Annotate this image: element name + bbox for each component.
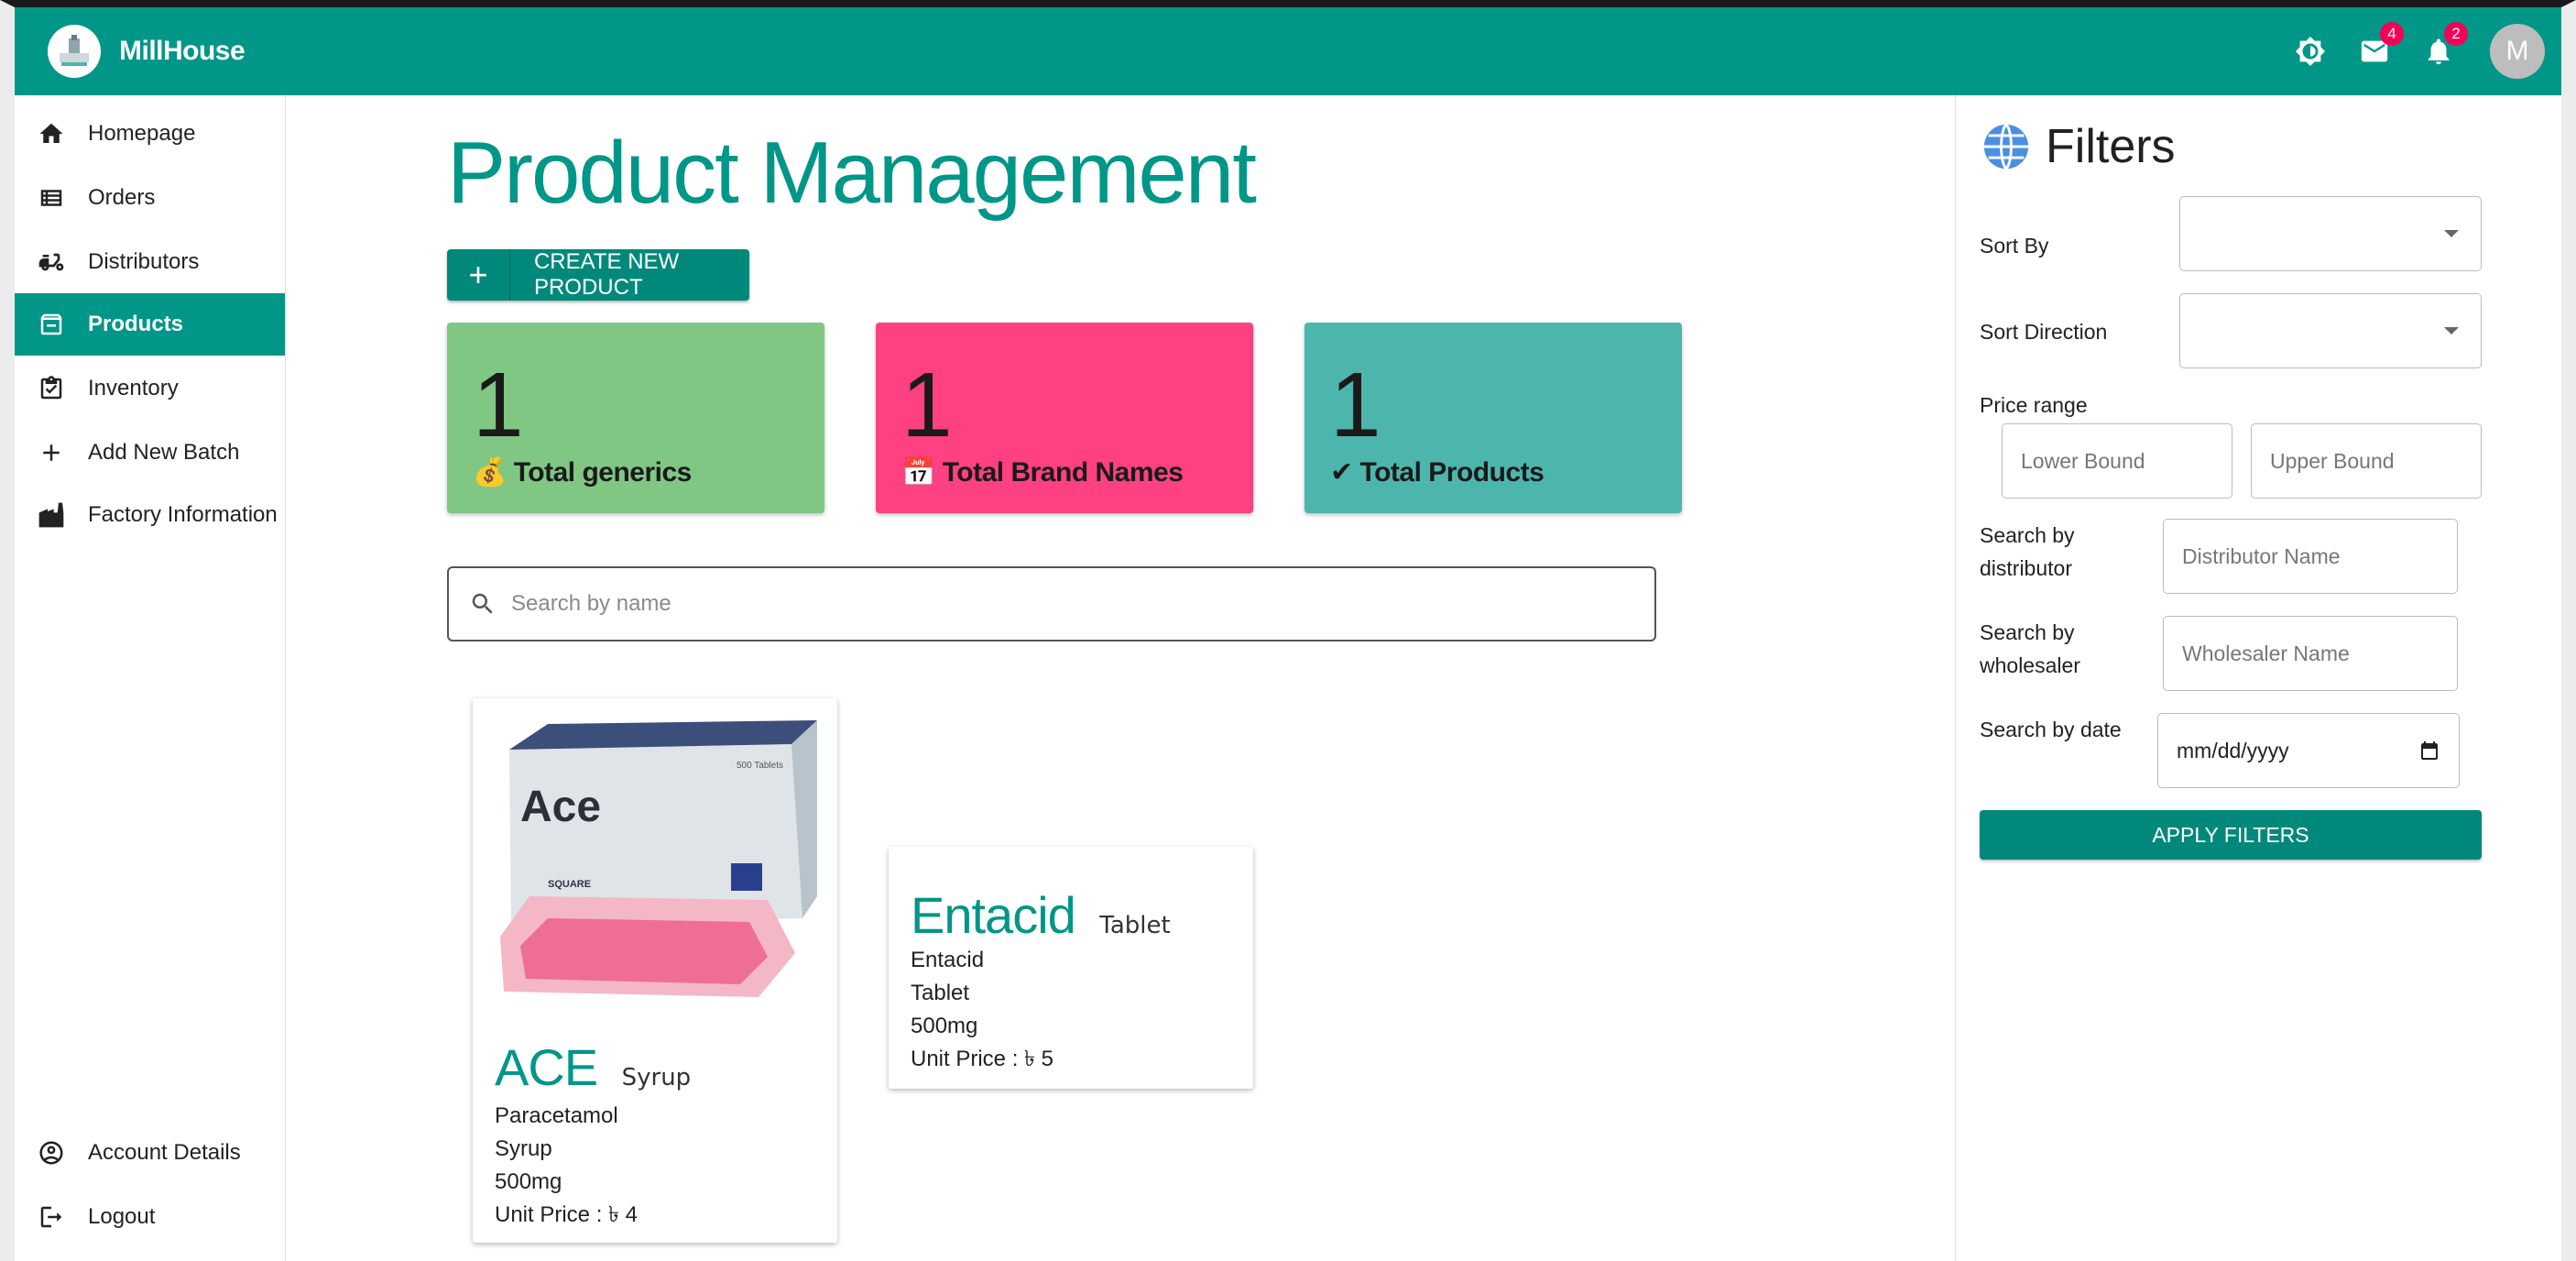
product-form: Syrup xyxy=(495,1136,552,1161)
date-input[interactable]: mm/dd/yyyy xyxy=(2157,713,2460,788)
filters-heading: Filters xyxy=(1980,119,2176,174)
create-product-label: CREATE NEW PRODUCT xyxy=(533,249,680,300)
sidebar-item-label: Add New Batch xyxy=(88,440,240,465)
mail-badge: 4 xyxy=(2380,22,2404,46)
apply-filters-button[interactable]: APPLY FILTERS xyxy=(1980,810,2482,860)
brand-logo[interactable] xyxy=(48,25,101,78)
clipboard-icon xyxy=(35,372,68,405)
product-generic: Entacid xyxy=(911,948,985,972)
product-form: Tablet xyxy=(911,981,970,1005)
product-type: Tablet xyxy=(1099,912,1171,939)
stat-card-generics: 1 💰 Total generics xyxy=(447,323,824,513)
sidebar-item-add-new-batch[interactable]: Add New Batch xyxy=(15,422,285,484)
date-placeholder: mm/dd/yyyy xyxy=(2177,738,2289,762)
upper-bound-input[interactable]: Upper Bound xyxy=(2251,423,2482,499)
sidebar-item-label: Factory Information xyxy=(88,502,278,527)
product-image-count: 500 Tablets xyxy=(737,761,783,771)
page-title: Product Management xyxy=(447,124,1257,222)
search-input[interactable] xyxy=(509,590,1612,618)
sidebar-item-label: Distributors xyxy=(88,249,200,274)
stat-label: Total Products xyxy=(1359,457,1545,488)
sidebar: Homepage Orders Distributors Products In… xyxy=(15,95,286,1261)
account-circle-icon xyxy=(35,1136,68,1169)
mail-icon[interactable]: 4 xyxy=(2356,22,2404,70)
stat-value: 1 xyxy=(473,354,524,456)
wholesaler-name-input[interactable]: Wholesaler Name xyxy=(2163,616,2458,691)
check-icon: ✔ xyxy=(1330,457,1353,488)
filters-title: Filters xyxy=(2046,120,2176,173)
product-image-brand: Ace xyxy=(520,783,601,831)
sidebar-item-label: Account Details xyxy=(88,1140,241,1165)
product-image-maker: SQUARE xyxy=(548,879,591,890)
list-icon xyxy=(35,181,68,214)
home-icon xyxy=(35,117,68,150)
product-strength: 500mg xyxy=(495,1169,562,1194)
globe-icon xyxy=(1980,120,2033,173)
brand-name[interactable]: MillHouse xyxy=(119,36,246,67)
scooter-icon xyxy=(35,246,68,279)
calendar-icon[interactable] xyxy=(2418,740,2440,762)
product-generic: Paracetamol xyxy=(495,1103,618,1128)
filters-panel: Filters Sort By Sort Direction Price ran… xyxy=(1955,95,2561,1261)
sidebar-item-label: Logout xyxy=(88,1204,156,1229)
sidebar-item-products[interactable]: Products xyxy=(15,293,285,356)
sidebar-item-inventory[interactable]: Inventory xyxy=(15,357,285,420)
sidebar-item-label: Orders xyxy=(88,185,156,210)
sidebar-item-account-details[interactable]: Account Details xyxy=(15,1122,285,1184)
sort-by-label: Sort By xyxy=(1980,234,2049,258)
main-content: Product Management + CREATE NEW PRODUCT … xyxy=(286,95,1955,1261)
plus-icon xyxy=(35,436,68,469)
search-bar xyxy=(447,566,1656,641)
chevron-down-icon xyxy=(2444,327,2459,334)
factory-icon xyxy=(35,499,68,532)
archive-icon xyxy=(35,308,68,341)
product-type: Syrup xyxy=(621,1064,692,1091)
logout-icon xyxy=(35,1201,68,1234)
wholesaler-label: Search by wholesaler xyxy=(1980,620,2080,677)
avatar[interactable]: M xyxy=(2490,24,2545,79)
sidebar-item-label: Homepage xyxy=(88,121,196,146)
product-image: Ace 500 Tablets SQUARE xyxy=(493,717,817,1001)
sidebar-item-distributors[interactable]: Distributors xyxy=(15,231,285,293)
product-card-ace[interactable]: Ace 500 Tablets SQUARE ACE Syrup Paracet… xyxy=(473,698,837,1243)
sidebar-item-orders[interactable]: Orders xyxy=(15,167,285,229)
product-strength: 500mg xyxy=(911,1014,978,1038)
product-name: ACE xyxy=(495,1038,598,1096)
stat-label: Total generics xyxy=(513,457,693,488)
sidebar-item-label: Inventory xyxy=(88,376,179,400)
theme-toggle-icon[interactable] xyxy=(2292,33,2329,70)
lower-bound-input[interactable]: Lower Bound xyxy=(2002,423,2232,499)
plus-icon: + xyxy=(447,249,510,301)
date-label: Search by date xyxy=(1980,718,2122,741)
product-price: Unit Price : ৳ 4 xyxy=(495,1202,639,1227)
create-product-button[interactable]: + CREATE NEW PRODUCT xyxy=(447,249,749,301)
price-range-label: Price range xyxy=(1980,393,2088,417)
sidebar-item-label: Products xyxy=(88,312,184,336)
app-bar: MillHouse 4 2 M xyxy=(15,7,2561,95)
distributor-label: Search by distributor xyxy=(1980,523,2075,580)
sidebar-item-factory-information[interactable]: Factory Information xyxy=(15,484,285,546)
stat-value: 1 xyxy=(1330,354,1381,456)
product-price: Unit Price : ৳ 5 xyxy=(911,1047,1054,1071)
notifications-icon[interactable]: 2 xyxy=(2420,22,2468,70)
stat-value: 1 xyxy=(901,354,953,456)
money-bag-icon: 💰 xyxy=(473,457,507,488)
sort-direction-select[interactable] xyxy=(2179,293,2482,368)
calendar-icon: 📅 xyxy=(901,457,935,488)
product-card-entacid[interactable]: Entacid Tablet Entacid Tablet 500mg Unit… xyxy=(889,847,1253,1089)
notifications-badge: 2 xyxy=(2444,22,2468,46)
chevron-down-icon xyxy=(2444,230,2459,237)
sort-by-select[interactable] xyxy=(2179,196,2482,271)
stat-label: Total Brand Names xyxy=(942,457,1184,488)
product-name: Entacid xyxy=(911,886,1076,944)
sidebar-item-homepage[interactable]: Homepage xyxy=(15,103,285,165)
search-icon xyxy=(469,590,497,618)
stat-card-products: 1 ✔ Total Products xyxy=(1304,323,1682,513)
stat-card-brand-names: 1 📅 Total Brand Names xyxy=(876,323,1253,513)
sort-direction-label: Sort Direction xyxy=(1980,320,2108,344)
sidebar-item-logout[interactable]: Logout xyxy=(15,1186,285,1248)
distributor-name-input[interactable]: Distributor Name xyxy=(2163,519,2458,594)
